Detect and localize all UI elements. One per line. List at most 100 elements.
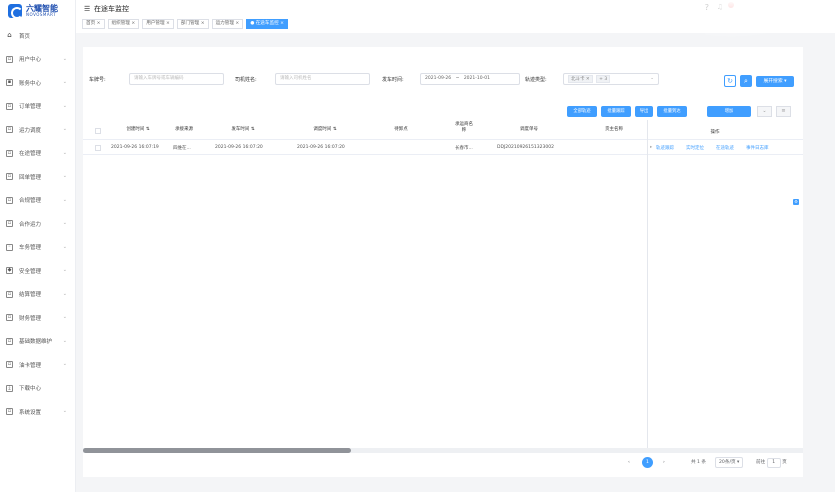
date-from: 2021-09-26 (425, 76, 452, 81)
transit-icon: ▫ (6, 149, 13, 157)
sidebar-item[interactable]: ▫ 用户中心 ⌄ (0, 48, 76, 72)
sidebar-item[interactable]: ▫ 合作运力 ⌄ (0, 212, 76, 236)
col-depart-time[interactable]: 发车时间 ⇅ (213, 127, 273, 133)
sidebar-item[interactable]: ▫ 油卡管理 ⌄ (0, 353, 76, 377)
main-content: 车牌号: 请输入车牌号或车辆编码 司机姓名: 请输入司机姓名 发车时间: 202… (76, 33, 835, 492)
chevron-down-icon: ⌄ (62, 149, 67, 156)
all-tracks-button[interactable]: 全部轨迹 (567, 106, 597, 117)
sidebar-item[interactable]: ▫ 基础数据维护 ⌄ (0, 330, 76, 354)
fuelcard-icon: ▫ (6, 361, 13, 369)
tab[interactable]: 用户管理 × (142, 19, 174, 29)
tab[interactable]: 部门管理 × (176, 19, 209, 29)
chevron-down-icon: ⌄ (62, 337, 67, 344)
select-all-checkbox[interactable] (95, 128, 101, 134)
page-number[interactable]: 1 (642, 457, 653, 468)
row-expand-icon[interactable]: ▸ (650, 145, 652, 150)
date-to: 2021-10-01 (463, 76, 490, 81)
sidebar-item-label: 基础数据维护 (19, 339, 53, 346)
chevron-down-icon: ⌄ (62, 79, 67, 85)
realtime-location-link[interactable]: 实时定位 (686, 145, 704, 151)
track-tag[interactable]: 北斗卡 ✕ (568, 75, 593, 83)
col-owner: 货主名称 (605, 127, 623, 132)
search-icon[interactable]: ⌕ (740, 75, 752, 87)
expand-search-button[interactable]: 展开搜索 ▾ (756, 76, 794, 87)
chevron-down-icon: ⌄ (62, 102, 67, 109)
help-icon[interactable]: ? (705, 3, 709, 12)
sidebar-item[interactable]: ▫ 在途管理 ⌄ (0, 142, 76, 166)
table-settings-icon[interactable]: ⚙ (793, 199, 799, 205)
prev-page-icon[interactable]: ‹ (628, 457, 630, 468)
finance-icon: ▫ (6, 314, 13, 322)
fixed-column-divider (647, 120, 648, 453)
batch-track-button[interactable]: 批量跟踪 (601, 106, 631, 117)
chevron-down-icon: ⌄ (62, 314, 67, 320)
data-icon: ▫ (6, 337, 13, 345)
receipt-icon: ▫ (6, 173, 13, 181)
sidebar-item[interactable]: ▫ 合规管理 ⌄ (0, 189, 76, 213)
sidebar-item[interactable]: ▪ 账务中心 ⌄ (0, 71, 76, 95)
tab[interactable]: 运力管理 × (211, 19, 244, 29)
col-created-time[interactable]: 创建时间 ⇅ (109, 127, 167, 133)
sidebar-item[interactable]: ▫ 系统设置 ⌄ (0, 400, 76, 424)
column-settings-icon[interactable]: ≡ (776, 106, 791, 117)
row-checkbox[interactable] (95, 145, 101, 151)
driver-input[interactable]: 请输入司机姓名 (275, 73, 370, 85)
tab[interactable]: 组织管理 × (107, 19, 140, 29)
plate-input[interactable]: 请输入车牌号或车辆编码 (129, 73, 224, 85)
page-size-select[interactable]: 20条/页 ▾ (715, 457, 744, 468)
transit-track-link[interactable]: 在途轨迹 (716, 145, 734, 151)
chevron-down-icon: ⌄ (62, 220, 67, 226)
batch-arrive-button[interactable]: 批量到达 (657, 106, 687, 117)
export-button[interactable]: 导出 (635, 106, 653, 117)
depart-date-range[interactable]: 2021-09-26 ~ 2021-10-01 (420, 73, 520, 85)
sidebar-item-label: 回单管理 (19, 174, 42, 181)
logo-subtitle: NOVOSMART (26, 12, 57, 17)
table-card: 车牌号: 请输入车牌号或车辆编码 司机姓名: 请输入司机姓名 发车时间: 202… (83, 47, 803, 477)
horizontal-scrollbar[interactable] (83, 448, 803, 453)
sidebar-item[interactable]: ▫ 运力调度 ⌄ (0, 118, 76, 142)
sidebar-item[interactable]: ▫ 结算管理 ⌄ (0, 283, 76, 307)
notification-icon[interactable]: ♫ (717, 3, 723, 11)
track-type-select[interactable]: 北斗卡 ✕ + 3 ⌄ (563, 73, 659, 85)
track-follow-link[interactable]: 轨迹跟踪 (656, 145, 674, 151)
goto-label: 前往 (756, 460, 766, 465)
sidebar-item[interactable]: ▫ 订单管理 ⌄ (0, 95, 76, 119)
col-dispatch-time[interactable]: 调度时间 ⇅ (295, 127, 355, 133)
sidebar-item-label: 用户中心 (19, 57, 42, 64)
sidebar-menu: ⌂ 首页 ▫ 用户中心 ⌄ ▪ 账务中心 ⌄ ▫ 订单管理 ⌄ ▫ 运力调度 ⌄ ▫ 在途管理 ⌄ ▫ 回单管理 ⌄ ▫… (0, 24, 76, 424)
collapse-icon[interactable]: ⌄ (757, 106, 772, 117)
settlement-icon: ▫ (6, 290, 13, 298)
page-unit: 页 (782, 460, 787, 465)
scrollbar-thumb[interactable] (83, 448, 351, 453)
sidebar-item[interactable]: ⌂ 首页 (0, 24, 76, 48)
event-log-link[interactable]: 事件日志库 (746, 145, 769, 151)
sidebar-item-label: 油卡管理 (19, 362, 42, 369)
sidebar-item-label: 在途管理 (19, 151, 42, 158)
account-icon: ▪ (6, 79, 13, 87)
sidebar-item-label: 安全管理 (19, 268, 42, 275)
sidebar-item[interactable]: ▫ 回单管理 ⌄ (0, 165, 76, 189)
sidebar-item[interactable]: ◦ 车务管理 ⌄ (0, 236, 76, 260)
add-button[interactable]: 增加 (707, 106, 751, 117)
sidebar-item[interactable]: ▫ 财务管理 ⌄ (0, 306, 76, 330)
tab[interactable]: ● 在途车监控 × (246, 19, 288, 29)
next-page-icon[interactable]: › (663, 457, 665, 468)
cell-created-time: 2021-09-26 16:07:19 (111, 145, 159, 150)
vehicle-icon: ◦ (6, 243, 13, 251)
sidebar-item[interactable]: ⤓ 下载中心 (0, 377, 76, 401)
plate-label: 车牌号: (89, 77, 106, 83)
tab[interactable]: 首页 × (82, 19, 105, 29)
table-row[interactable]: 2021-09-26 16:07:19 四维在... 2021-09-26 16… (83, 142, 803, 155)
goto-input[interactable]: 1 (766, 458, 781, 468)
menu-fold-icon[interactable]: ☰ (84, 5, 90, 13)
refresh-icon[interactable]: ↻ (724, 75, 736, 87)
notification-dot (728, 2, 734, 8)
chevron-down-icon: ⌄ (62, 361, 67, 367)
cell-dispatch-time: 2021-09-26 16:07:20 (297, 145, 345, 150)
sidebar-item-label: 首页 (19, 33, 31, 40)
driver-label: 司机姓名: (235, 77, 257, 83)
sidebar-item[interactable]: ◆ 安全管理 ⌄ (0, 259, 76, 283)
logo[interactable]: 六耀智能 NOVOSMART (8, 3, 58, 19)
tab-bar: 首页 × 组织管理 × 用户管理 × 部门管理 × 运力管理 × ● 在途车监控 × (76, 19, 835, 32)
cell-carrier: 长春市... (455, 146, 473, 151)
